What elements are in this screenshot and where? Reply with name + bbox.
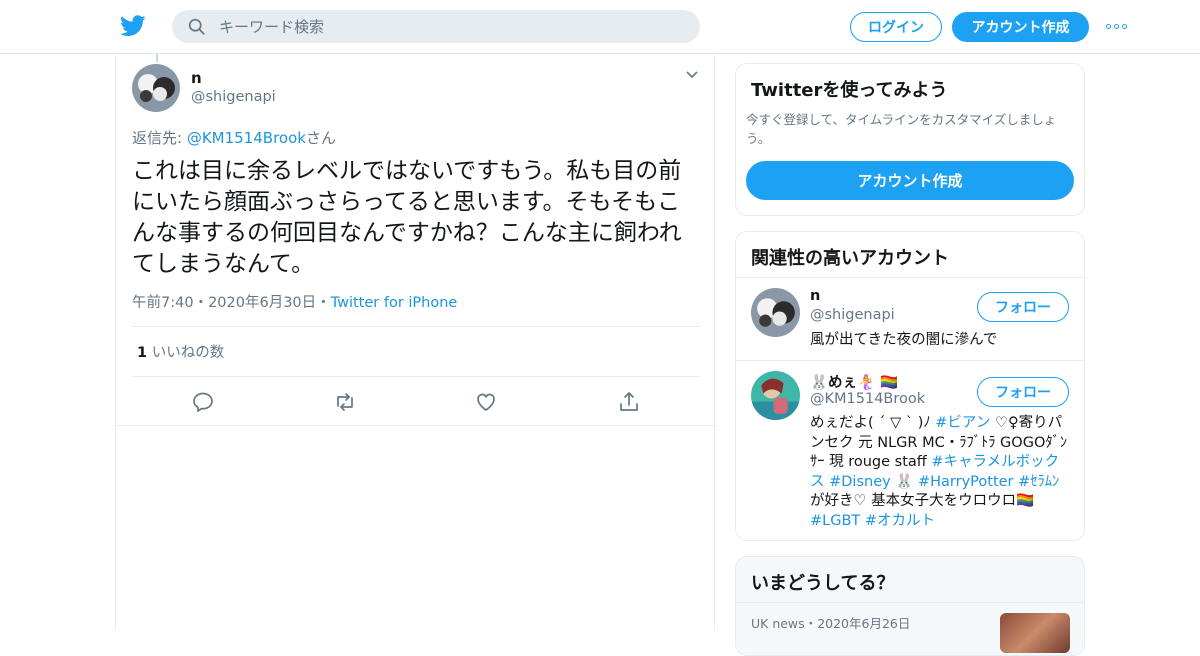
hashtag-link[interactable]: #オカルト xyxy=(865,513,935,529)
signup-card-title: Twitterを使ってみよう xyxy=(751,80,948,101)
like-count-label: いいねの数 xyxy=(151,345,225,361)
avatar[interactable] xyxy=(132,64,180,112)
heart-icon[interactable] xyxy=(474,390,498,414)
bio-text: 🐰 xyxy=(890,473,918,490)
related-accounts-card: 関連性の高いアカウント n @shigenapi フォロー 風が出てきた夜の闇に… xyxy=(735,231,1085,541)
search-icon xyxy=(188,18,205,35)
tweet-date[interactable]: 2020年6月30日 xyxy=(208,295,316,311)
meta-separator: ・ xyxy=(193,295,209,311)
hashtag-link[interactable]: #LGBT xyxy=(810,513,860,529)
avatar[interactable] xyxy=(751,288,800,337)
chevron-down-icon[interactable] xyxy=(685,70,699,80)
related-card-title: 関連性の高いアカウント xyxy=(751,248,949,269)
account-bio: めぇだよ( ´ ▽ ` )ﾉ #ビアン ♡♀寄りパンセク 元 NLGR MC・ﾗ… xyxy=(810,414,1070,531)
meta-separator: ・ xyxy=(804,616,818,631)
login-button[interactable]: ログイン xyxy=(850,12,942,42)
tweet-meta: 午前7:40・2020年6月30日・Twitter for iPhone xyxy=(132,291,457,312)
trends-card: いまどうしてる？ UK news・2020年6月26日 xyxy=(735,556,1085,656)
tweet-text: これは目に余るレベルではないですもう。私も目の前にいたら顔面ぶっさらってると思い… xyxy=(132,158,682,277)
bio-text: めぇだよ( ´ ▽ ` )ﾉ xyxy=(810,415,936,431)
share-icon[interactable] xyxy=(617,390,641,414)
divider xyxy=(132,376,700,377)
author-name[interactable]: n xyxy=(191,69,202,87)
thread-line xyxy=(156,54,158,62)
trend-meta: UK news・2020年6月26日 xyxy=(751,613,910,632)
meta-separator: ・ xyxy=(316,295,331,311)
tweet-source-link[interactable]: Twitter for iPhone xyxy=(331,295,458,311)
account-name[interactable]: 🐰めぇ🧜‍♀️ 🏳️‍🌈 xyxy=(810,371,898,392)
hashtag-link[interactable]: #ｾﾗﾑﾝ xyxy=(1018,474,1059,490)
account-name[interactable]: n xyxy=(810,288,820,304)
trend-source: UK news xyxy=(751,616,805,631)
tweet-column: n @shigenapi 返信先: @KM1514Brookさん これは目に余る… xyxy=(115,54,716,630)
signup-card-button[interactable]: アカウント作成 xyxy=(746,161,1074,200)
trends-card-title: いまどうしてる？ xyxy=(751,573,895,594)
tweet-time[interactable]: 午前7:40 xyxy=(132,295,194,311)
reply-suffix: さん xyxy=(305,129,336,147)
follow-button[interactable]: フォロー xyxy=(977,377,1069,407)
twitter-bird-icon[interactable] xyxy=(120,14,146,38)
like-count[interactable]: 1 いいねの数 xyxy=(137,341,224,362)
avatar[interactable] xyxy=(751,371,800,420)
divider xyxy=(116,425,716,426)
account-row[interactable]: n @shigenapi フォロー 風が出てきた夜の闇に滲んで xyxy=(736,278,1084,360)
divider xyxy=(132,326,700,327)
account-handle[interactable]: @shigenapi xyxy=(810,307,895,323)
signup-card-description: 今すぐ登録して、タイムラインをカスタマイズしましょう。 xyxy=(746,112,1057,146)
trend-date: 2020年6月26日 xyxy=(817,616,911,631)
top-bar: ログイン アカウント作成 xyxy=(0,0,1200,54)
hashtag-link[interactable]: #Disney xyxy=(829,474,891,490)
tweet-actions xyxy=(116,382,716,422)
search-box[interactable] xyxy=(172,10,700,43)
account-handle[interactable]: @KM1514Brook xyxy=(810,391,925,407)
reply-prefix: 返信先: xyxy=(132,129,187,147)
more-dots-icon[interactable] xyxy=(1106,18,1130,34)
like-count-number: 1 xyxy=(137,345,148,361)
trend-thumbnail[interactable] xyxy=(1000,613,1070,653)
reply-icon[interactable] xyxy=(191,390,215,414)
author-handle[interactable]: @shigenapi xyxy=(191,89,276,105)
reply-to-line: 返信先: @KM1514Brookさん xyxy=(132,127,336,148)
bio-text: が好き♡ 基本女子大をウロウロ🏳️‍🌈 xyxy=(810,493,1035,509)
follow-button[interactable]: フォロー xyxy=(977,292,1069,322)
hashtag-link[interactable]: #ビアン xyxy=(935,415,990,431)
reply-handle-link[interactable]: @KM1514Brook xyxy=(187,129,306,147)
hashtag-link[interactable]: #HarryPotter xyxy=(918,474,1014,490)
signup-card: Twitterを使ってみよう 今すぐ登録して、タイムラインをカスタマイズしましょ… xyxy=(735,63,1085,216)
account-bio: 風が出てきた夜の闇に滲んで xyxy=(810,332,998,348)
retweet-icon[interactable] xyxy=(333,390,357,414)
account-row[interactable]: 🐰めぇ🧜‍♀️ 🏳️‍🌈 @KM1514Brook フォロー めぇだよ( ´ ▽… xyxy=(736,361,1084,540)
search-input[interactable] xyxy=(219,17,679,36)
signup-button[interactable]: アカウント作成 xyxy=(952,12,1089,42)
